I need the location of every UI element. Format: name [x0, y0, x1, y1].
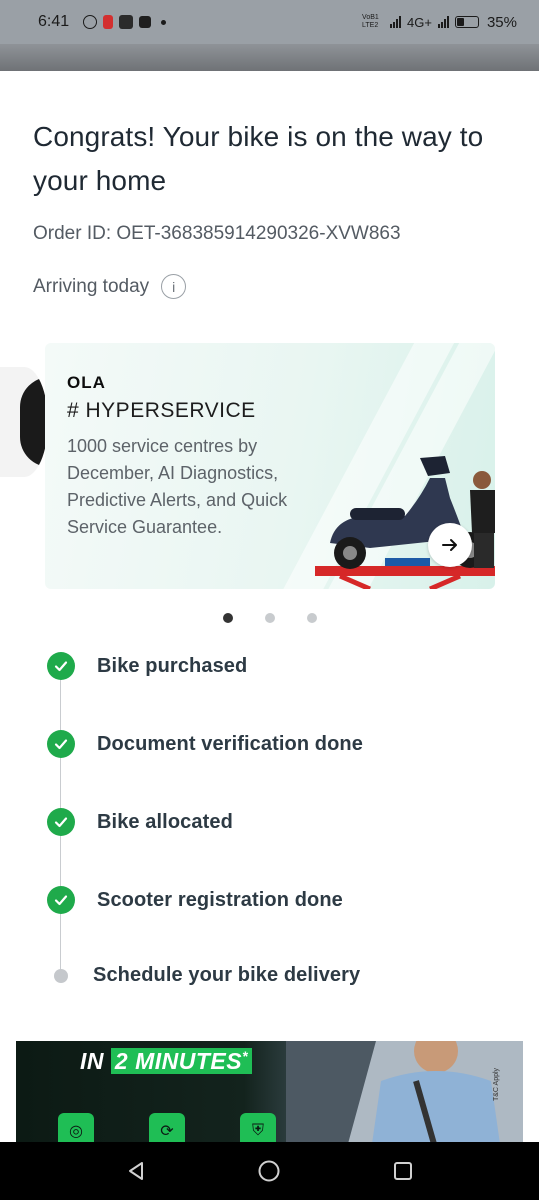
carousel-dot[interactable] — [264, 613, 275, 623]
banner-hashtag: # HYPERSERVICE — [67, 399, 256, 422]
banner-description: 1000 service centres by December, AI Dia… — [67, 436, 288, 537]
status-time: 6:41 — [38, 13, 70, 30]
back-triangle-icon[interactable] — [125, 1160, 147, 1182]
timeline-step: Document verification done — [47, 730, 363, 758]
promo-highlight-text: 2 MINUTES — [114, 1048, 243, 1074]
step-label: Schedule your bike delivery — [93, 964, 361, 986]
service-icon: ⟳ — [149, 1113, 185, 1142]
order-status-screen: Congrats! Your bike is on the way to you… — [0, 71, 539, 1142]
check-icon — [47, 730, 75, 758]
system-nav-bar — [0, 1142, 539, 1200]
status-right: VoB1 LTE2 4G+ 35% — [362, 14, 517, 31]
arrival-text: Arriving today — [33, 275, 150, 297]
timeline-step: Bike allocated — [47, 808, 233, 836]
promo-highlight: 2 MINUTES* — [110, 1048, 253, 1074]
step-label: Bike purchased — [97, 654, 248, 677]
timeline-step: Scooter registration done — [47, 886, 343, 914]
page-title: Congrats! Your bike is on the way to you… — [33, 121, 484, 196]
promo-suffix: * — [242, 1048, 249, 1064]
promo-banner[interactable]: IN 2 MINUTES* ◎ ⟳ ⛨ T&C Apply — [16, 1041, 523, 1142]
app-red-icon — [103, 15, 114, 29]
battery-percent: 35% — [486, 13, 517, 31]
brand-logo: OLA — [67, 373, 106, 392]
signal-icon-2 — [437, 16, 449, 28]
header-shade — [0, 44, 539, 71]
check-icon — [47, 808, 75, 836]
step-label: Document verification done — [97, 732, 363, 755]
pending-dot-icon — [54, 968, 68, 983]
check-icon — [47, 652, 75, 680]
status-bar: 6:41 VoB1 LTE2 4G+ 35% — [0, 0, 539, 44]
network-label: 4G+ — [407, 14, 432, 30]
check-icon — [47, 886, 75, 914]
hyperservice-banner[interactable]: OLA # HYPERSERVICE 1000 service centres … — [45, 343, 495, 589]
promo-person-illustration — [286, 1041, 523, 1142]
order-id: Order ID: OET-368385914290326-XVW863 — [33, 223, 401, 244]
timeline-step: Bike purchased — [47, 652, 247, 680]
carousel-dot[interactable] — [306, 613, 317, 623]
promo-prefix: IN — [80, 1048, 104, 1074]
battery-icon — [454, 16, 479, 28]
arrow-right-icon[interactable] — [428, 523, 472, 567]
previous-banner-peek[interactable] — [0, 367, 48, 477]
signal-icon — [390, 16, 402, 28]
app-dark-icon — [119, 15, 134, 29]
notification-icons — [83, 15, 167, 29]
scooter-service-illustration — [315, 456, 495, 589]
step-label: Scooter registration done — [97, 888, 343, 911]
info-icon[interactable]: i — [161, 274, 187, 299]
location-icon: ◎ — [58, 1113, 94, 1142]
app-green-icon — [139, 16, 152, 28]
timeline-step-pending[interactable]: Schedule your bike delivery — [47, 964, 360, 987]
more-notifications-dot-icon — [161, 19, 167, 25]
promo-tc: T&C Apply — [492, 1067, 500, 1102]
promo-headline: IN 2 MINUTES* — [80, 1048, 253, 1075]
shield-icon: ⛨ — [240, 1113, 276, 1142]
carousel-dot[interactable] — [222, 613, 233, 623]
home-circle-icon[interactable] — [257, 1159, 281, 1183]
arrival-status: Arriving today i — [33, 274, 187, 299]
volte-label: VoB1 LTE2 — [362, 14, 379, 29]
carousel-indicator — [0, 613, 539, 623]
step-label: Bike allocated — [97, 810, 233, 833]
recents-square-icon[interactable] — [392, 1160, 414, 1182]
whatsapp-icon — [83, 15, 98, 29]
